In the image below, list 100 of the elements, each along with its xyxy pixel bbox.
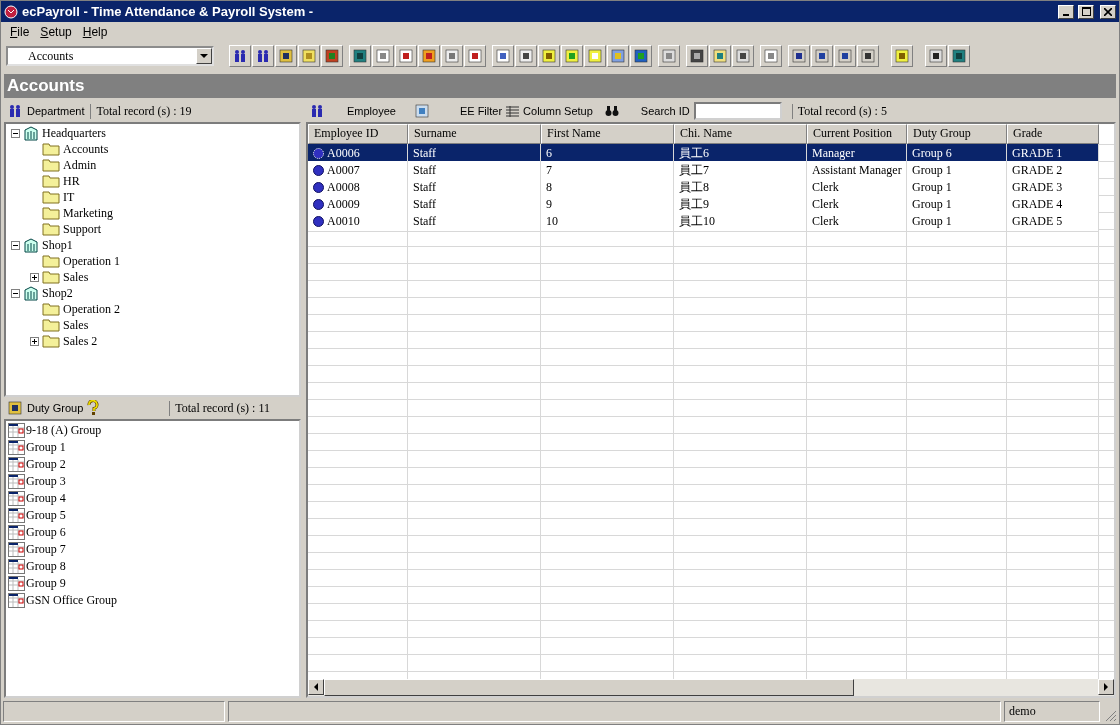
table-cell: Clerk (807, 178, 907, 198)
toolbar-button[interactable] (321, 45, 343, 67)
tree-item[interactable]: Support (63, 221, 101, 237)
minimize-button[interactable] (1058, 4, 1074, 19)
table-cell: GRADE 1 (1007, 144, 1099, 164)
tree-item[interactable]: Operation 1 (63, 253, 120, 269)
status-dot-icon (313, 182, 324, 193)
horizontal-scrollbar[interactable] (308, 679, 1114, 696)
table-cell: Staff (408, 144, 541, 164)
tree-item[interactable]: Shop2 (42, 285, 73, 301)
toolbar-button[interactable] (788, 45, 810, 67)
dropdown-button[interactable] (196, 48, 212, 64)
toolbar-button[interactable] (349, 45, 371, 67)
group-icon (7, 103, 23, 119)
tree-item[interactable]: Accounts (63, 141, 109, 157)
toolbar-button[interactable] (395, 45, 417, 67)
table-cell: 7 (541, 161, 674, 181)
column-header[interactable]: Employee ID (308, 124, 408, 144)
expand-toggle[interactable] (30, 272, 39, 282)
plus-icon (32, 274, 37, 280)
list-item[interactable]: Group 9 (26, 576, 66, 591)
menu-item[interactable]: File (5, 25, 36, 39)
maximize-button[interactable] (1078, 4, 1094, 19)
scroll-left-button[interactable] (308, 679, 324, 695)
status-dot-icon (313, 199, 324, 210)
column-header[interactable]: Grade (1007, 124, 1099, 144)
list-item[interactable]: Group 4 (26, 491, 66, 506)
table-cell: 6 (541, 144, 674, 164)
left-arrow-icon (313, 683, 319, 691)
toolbar-button[interactable] (464, 45, 486, 67)
caret-icon (200, 53, 208, 59)
menu-item[interactable]: Help (77, 25, 114, 39)
list-item[interactable]: Group 8 (26, 559, 66, 574)
close-button[interactable] (1100, 4, 1116, 19)
column-header[interactable]: Chi. Name (674, 124, 807, 144)
toolbar-button[interactable] (686, 45, 708, 67)
expand-toggle[interactable] (30, 336, 39, 346)
table-cell: 10 (541, 212, 674, 232)
tree-item[interactable]: Admin (63, 157, 97, 173)
tree-item[interactable]: Shop1 (42, 237, 73, 253)
toolbar-button[interactable] (732, 45, 754, 67)
table-cell: Group 6 (907, 144, 1007, 164)
toolbar-button[interactable] (275, 45, 297, 67)
tree-item[interactable]: IT (63, 189, 75, 205)
list-item[interactable]: Group 5 (26, 508, 66, 523)
table-cell: A0006 (308, 144, 408, 164)
list-item[interactable]: 9-18 (A) Group (26, 423, 102, 438)
table-cell: Staff (408, 212, 541, 232)
record-count: Total record (s) : 5 (791, 103, 887, 119)
toolbar-button[interactable] (418, 45, 440, 67)
list-item[interactable]: Group 6 (26, 525, 66, 540)
collapse-toggle[interactable] (11, 128, 20, 138)
list-item[interactable]: Group 1 (26, 440, 66, 455)
toolbar-button[interactable] (229, 45, 251, 67)
tree-item[interactable]: HR (63, 173, 80, 189)
list-item[interactable]: Group 7 (26, 542, 66, 557)
toolbar-button[interactable] (630, 45, 652, 67)
collapse-toggle[interactable] (11, 240, 20, 250)
column-header[interactable]: Surname (408, 124, 541, 144)
column-header[interactable]: First Name (541, 124, 674, 144)
table-cell: Group 1 (907, 195, 1007, 215)
table-cell: A0009 (308, 195, 408, 215)
toolbar-button[interactable] (834, 45, 856, 67)
status-dot-icon (313, 216, 324, 227)
department-select[interactable]: Accounts (6, 46, 214, 66)
column-header[interactable]: Current Position (807, 124, 907, 144)
columns-icon (506, 105, 520, 117)
list-item[interactable]: GSN Office Group (26, 593, 118, 608)
table-cell: Group 1 (907, 161, 1007, 181)
toolbar-button[interactable] (857, 45, 879, 67)
list-item[interactable]: Group 2 (26, 457, 66, 472)
window-title: ecPayroll - Time Attendance & Payroll System - (22, 4, 315, 19)
toolbar-button[interactable] (515, 45, 537, 67)
toolbar-button[interactable] (811, 45, 833, 67)
scroll-right-button[interactable] (1098, 679, 1114, 695)
table-cell: A0008 (308, 178, 408, 198)
plus-icon (32, 338, 37, 344)
toolbar-button[interactable] (925, 45, 947, 67)
toolbar-button[interactable] (948, 45, 970, 67)
tree-item[interactable]: Sales 2 (63, 333, 98, 349)
column-header[interactable]: Duty Group (907, 124, 1007, 144)
filter-button[interactable]: EE Filter (459, 105, 503, 117)
tree-item[interactable]: Headquarters (42, 125, 106, 141)
list-item[interactable]: Group 3 (26, 474, 66, 489)
panel-title: Duty Group (27, 402, 84, 414)
tree-item[interactable]: Sales (63, 317, 89, 333)
close-icon (1104, 7, 1112, 16)
record-count: Total record (s) : 11 (169, 400, 270, 416)
search-field[interactable] (693, 102, 782, 120)
tree-item[interactable]: Sales (63, 269, 89, 285)
panel-title: Employee (347, 105, 396, 117)
menu-item[interactable]: Setup (35, 25, 78, 39)
table-cell: Staff (408, 161, 541, 181)
tree-item[interactable]: Operation 2 (63, 301, 120, 317)
tree-item[interactable]: Marketing (63, 205, 113, 221)
column-setup-button[interactable]: Column Setup (523, 105, 593, 117)
table-cell: 員工10 (674, 212, 807, 232)
scroll-thumb[interactable] (324, 679, 854, 696)
collapse-toggle[interactable] (11, 288, 20, 298)
toolbar-button[interactable] (252, 45, 274, 67)
